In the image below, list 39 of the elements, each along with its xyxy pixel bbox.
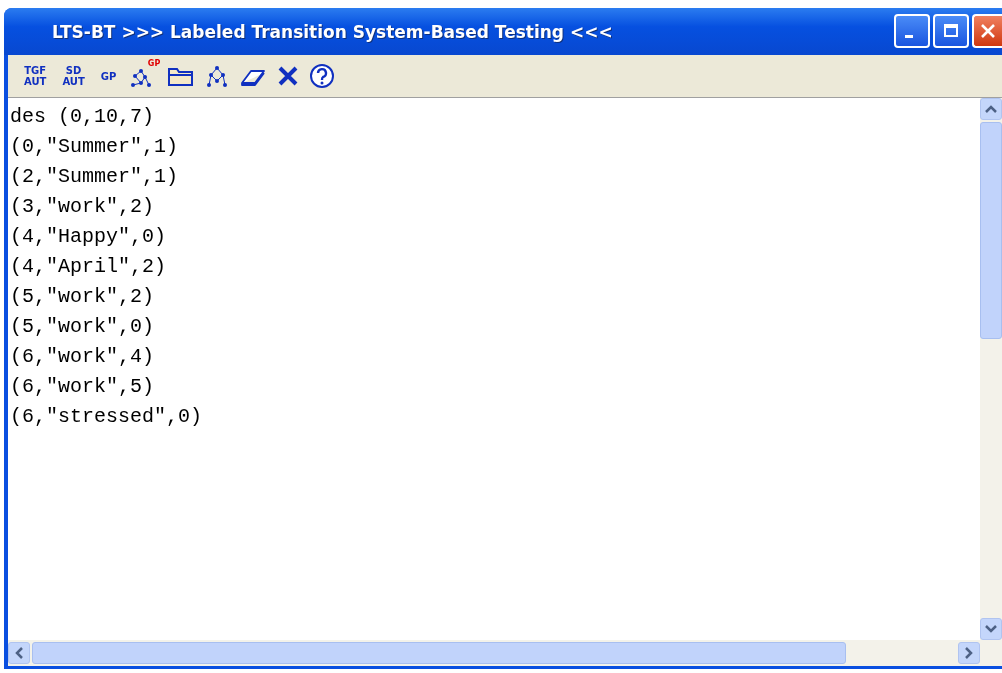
right-caret-icon bbox=[965, 647, 973, 659]
horizontal-scrollbar[interactable] bbox=[8, 640, 1002, 666]
folder-icon bbox=[167, 65, 196, 87]
text-line: (4,"Happy",0) bbox=[10, 224, 168, 250]
vertical-scrollbar[interactable] bbox=[980, 98, 1002, 640]
graph-tool-button[interactable]: GP bbox=[126, 59, 161, 93]
text-line: (6,"stressed",0) bbox=[10, 404, 204, 430]
maximize-button[interactable] bbox=[933, 14, 969, 48]
cross-icon bbox=[277, 65, 300, 87]
text-line: (0,"Summer",1) bbox=[10, 134, 180, 160]
scroll-thumb[interactable] bbox=[32, 642, 846, 664]
text-line: (6,"work",4) bbox=[10, 344, 156, 370]
text-line: (3,"work",2) bbox=[10, 194, 156, 220]
close-icon bbox=[979, 22, 997, 40]
text-line: (5,"work",2) bbox=[10, 284, 156, 310]
text-line: (4,"April",2) bbox=[10, 254, 168, 280]
maximize-icon bbox=[943, 23, 959, 39]
text-line: (5,"work",0) bbox=[10, 314, 156, 340]
scroll-down-button[interactable] bbox=[980, 618, 1002, 640]
toolbar-button[interactable]: GP bbox=[94, 59, 123, 93]
scroll-up-button[interactable] bbox=[980, 98, 1002, 120]
toolbar-button[interactable]: SD AUT bbox=[56, 59, 91, 93]
help-icon bbox=[309, 63, 336, 89]
text-line: des (0,10,7) bbox=[10, 104, 156, 130]
close-button[interactable] bbox=[972, 14, 1002, 48]
toolbar-button[interactable]: TGF AUT bbox=[18, 59, 53, 93]
graph-icon bbox=[205, 64, 230, 88]
down-caret-icon bbox=[985, 625, 997, 633]
scroll-left-button[interactable] bbox=[8, 642, 30, 664]
text-line: (2,"Summer",1) bbox=[10, 164, 180, 190]
gp-label: GP bbox=[147, 59, 161, 68]
scroll-right-button[interactable] bbox=[958, 642, 980, 664]
text-line: (6,"work",5) bbox=[10, 374, 156, 400]
minimize-button[interactable] bbox=[894, 14, 930, 48]
left-caret-icon bbox=[15, 647, 23, 659]
up-caret-icon bbox=[985, 105, 997, 113]
scroll-thumb[interactable] bbox=[980, 122, 1002, 339]
window-title: LTS-BT >>> Labeled Transition System-Based Testing <<< bbox=[52, 21, 613, 42]
minimize-icon bbox=[905, 34, 913, 38]
